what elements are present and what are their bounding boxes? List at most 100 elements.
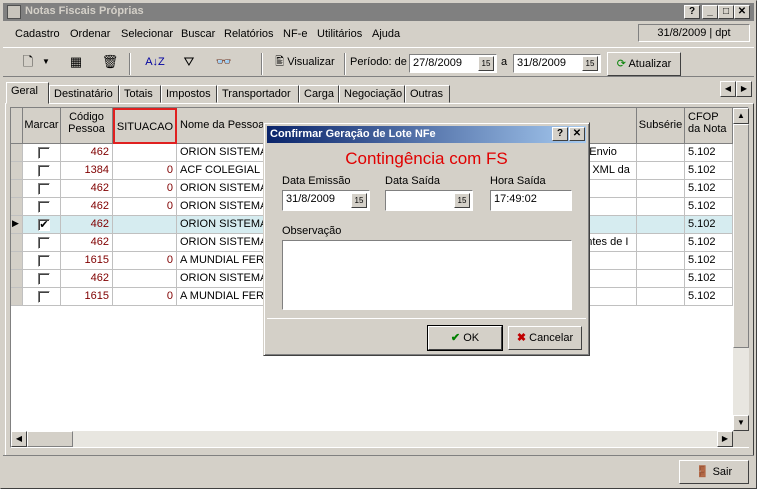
title-bar: Notas Fiscais Próprias ? _ □ ✕ (3, 3, 754, 21)
row-indicator[interactable] (11, 270, 23, 288)
cell-subserie (637, 162, 685, 180)
header-codigo-pessoa[interactable]: Código Pessoa (61, 108, 113, 144)
calendar-icon[interactable]: 15 (478, 56, 494, 71)
toolbar-separator (344, 53, 346, 75)
scroll-down-icon[interactable]: ▼ (733, 415, 749, 431)
cell-cfop: 5.102 (685, 234, 733, 252)
cell-subserie (637, 216, 685, 234)
tab-outras[interactable]: Outras (405, 85, 450, 103)
tab-totais[interactable]: Totais (119, 85, 161, 103)
cancelar-button[interactable]: ✖ Cancelar (508, 326, 582, 350)
row-indicator[interactable] (11, 180, 23, 198)
row-checkbox[interactable] (38, 291, 50, 303)
menu-buscar[interactable]: Buscar (181, 28, 215, 40)
row-indicator[interactable] (11, 234, 23, 252)
sair-label: Sair (712, 466, 733, 478)
row-indicator[interactable] (11, 198, 23, 216)
row-indicator[interactable] (11, 144, 23, 162)
scroll-up-icon[interactable]: ▲ (733, 108, 749, 124)
cell-subserie (637, 234, 685, 252)
tab-scroll-left-icon[interactable]: ◀ (720, 81, 736, 97)
row-checkbox[interactable]: ✔ (38, 219, 50, 231)
row-checkbox[interactable] (38, 165, 50, 177)
cell-subserie (637, 180, 685, 198)
cell-situacao: 0 (113, 252, 177, 270)
binoculars-icon[interactable]: 👓 (211, 52, 237, 74)
row-checkbox[interactable] (38, 255, 50, 267)
row-checkbox[interactable] (38, 201, 50, 213)
scroll-right-icon[interactable]: ▶ (717, 431, 733, 447)
visualizar-button[interactable]: 🖺 Visualizar (269, 52, 341, 74)
data-emissao-label: Data Emissão (282, 175, 351, 187)
data-saida-label: Data Saída (385, 175, 441, 187)
menu-cadastro[interactable]: Cadastro (15, 28, 60, 40)
dialog-title-bar: Confirmar Geração de Lote NFe ? ✕ (267, 126, 586, 143)
calendar-icon[interactable]: 15 (582, 56, 598, 71)
dialog-close-button[interactable]: ✕ (569, 127, 585, 141)
row-indicator[interactable] (11, 288, 23, 306)
menu-ajuda[interactable]: Ajuda (372, 28, 400, 40)
cell-codigo: 462 (61, 198, 113, 216)
filter-icon[interactable]: ⛛ (178, 52, 200, 74)
header-situacao[interactable]: SITUACAO (113, 108, 177, 144)
atualizar-button[interactable]: ⟳ Atualizar (607, 52, 681, 76)
dialog-help-button[interactable]: ? (552, 127, 568, 141)
calendar-icon[interactable]: 15 (351, 193, 367, 208)
close-button[interactable]: ✕ (734, 5, 750, 19)
tab-scroll-right-icon[interactable]: ▶ (736, 81, 752, 97)
tab-negociacao[interactable]: Negociação (339, 85, 405, 103)
sort-az-icon[interactable]: A↓Z (142, 52, 168, 74)
observacao-field[interactable] (282, 240, 572, 310)
row-checkbox[interactable] (38, 147, 50, 159)
a-label: a (501, 56, 508, 68)
cell-subserie (637, 252, 685, 270)
menu-relatorios[interactable]: Relatórios (224, 28, 274, 40)
maximize-button[interactable]: □ (718, 5, 734, 19)
checkmark-icon: ✔ (450, 332, 461, 344)
scroll-left-icon[interactable]: ◀ (11, 431, 27, 447)
new-icon[interactable]: 🗋 (17, 52, 39, 74)
horizontal-scrollbar[interactable] (11, 431, 733, 447)
menu-selecionar[interactable]: Selecionar (121, 28, 173, 40)
cell-situacao (113, 270, 177, 288)
tab-destinatario[interactable]: Destinatário (49, 85, 119, 103)
header-subserie[interactable]: Subsérie (637, 108, 685, 144)
cell-codigo: 1615 (61, 288, 113, 306)
hora-saida-field[interactable]: 17:49:02 (490, 190, 572, 211)
row-checkbox[interactable] (38, 273, 50, 285)
menu-ordenar[interactable]: Ordenar (70, 28, 110, 40)
cell-subserie (637, 270, 685, 288)
minimize-button[interactable]: _ (702, 5, 718, 19)
cell-situacao: 0 (113, 162, 177, 180)
header-cfop[interactable]: CFOP da Nota (685, 108, 733, 144)
help-button[interactable]: ? (684, 5, 700, 19)
edit-icon[interactable]: ▦ (65, 52, 87, 74)
cell-subserie (637, 198, 685, 216)
hscroll-thumb[interactable] (27, 431, 73, 447)
tab-carga[interactable]: Carga (299, 85, 339, 103)
cell-codigo: 462 (61, 144, 113, 162)
exit-door-icon: 🚪 (695, 466, 710, 478)
tab-impostos[interactable]: Impostos (161, 85, 217, 103)
row-indicator[interactable]: ▶ (11, 216, 23, 234)
footer-divider (3, 455, 754, 456)
hora-saida-label: Hora Saída (490, 175, 546, 187)
row-checkbox[interactable] (38, 237, 50, 249)
scrollbar-thumb[interactable] (733, 124, 749, 348)
trash-icon[interactable]: 🗑 (99, 52, 121, 74)
cell-codigo: 1615 (61, 252, 113, 270)
chevron-down-icon[interactable]: ▼ (39, 52, 53, 74)
tab-geral[interactable]: Geral (6, 82, 49, 104)
menu-nfe[interactable]: NF-e (283, 28, 307, 40)
header-marcar[interactable]: Marcar (23, 108, 61, 144)
tab-transportador[interactable]: Transportador (217, 85, 299, 103)
menu-utilitarios[interactable]: Utilitários (317, 28, 362, 40)
row-indicator[interactable] (11, 252, 23, 270)
row-indicator[interactable] (11, 162, 23, 180)
ok-button[interactable]: ✔ OK (427, 325, 503, 351)
row-checkbox[interactable] (38, 183, 50, 195)
visualizar-label: Visualizar (287, 56, 335, 68)
window-title: Notas Fiscais Próprias (25, 5, 144, 17)
calendar-icon[interactable]: 15 (454, 193, 470, 208)
sair-button[interactable]: 🚪 Sair (679, 460, 749, 484)
